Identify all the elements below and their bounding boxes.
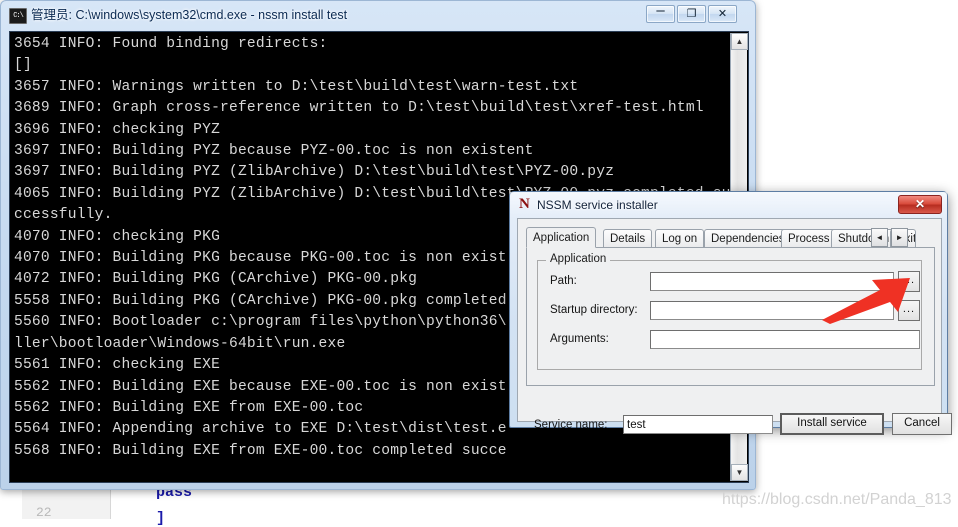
tab-scroll-left-icon[interactable]: ◄ [871,228,888,247]
startup-directory-label: Startup directory: [550,304,638,316]
dialog-titlebar[interactable]: N NSSM service installer ✕ [510,192,947,218]
console-title: 管理员: C:\windows\system32\cmd.exe - nssm … [31,8,348,22]
tab-process[interactable]: Process [781,229,837,248]
tab-details[interactable]: Details [603,229,653,248]
startup-directory-browse-button[interactable]: ... [898,300,920,321]
arguments-input[interactable] [650,330,920,349]
application-group-box: Application Path: ... Startup directory:… [537,253,922,370]
path-browse-button[interactable]: ... [898,271,920,292]
service-name-label: Service name: [534,419,608,431]
install-service-button[interactable]: Install service [780,413,884,435]
editor-line-number: 22 [36,505,52,520]
dialog-body: Application Details Log on Dependencies … [517,218,952,435]
close-button[interactable]: ✕ [708,5,737,23]
tab-log-on[interactable]: Log on [655,229,705,248]
arguments-label: Arguments: [550,333,609,345]
cancel-button[interactable]: Cancel [892,413,952,435]
close-icon: ✕ [717,8,728,20]
scroll-up-icon[interactable]: ▲ [731,33,748,50]
tab-scroll-right-icon[interactable]: ► [891,228,908,247]
nssm-logo-icon: N [519,196,530,212]
maximize-icon: ❐ [686,8,697,20]
watermark-text: https://blog.csdn.net/Panda_813 [722,491,952,508]
minimize-button[interactable]: – [646,2,675,23]
minimize-icon: – [656,2,665,19]
maximize-button[interactable]: ❐ [677,5,706,23]
tab-dependencies[interactable]: Dependencies [704,229,792,248]
service-name-input[interactable] [623,415,773,434]
scroll-down-icon[interactable]: ▼ [731,464,748,481]
nssm-service-installer-dialog[interactable]: N NSSM service installer ✕ Application D… [509,191,952,435]
tab-page-application: Application Path: ... Startup directory:… [526,247,935,386]
dialog-close-button[interactable]: ✕ [898,195,942,214]
console-titlebar[interactable]: C:\ 管理员: C:\windows\system32\cmd.exe - n… [1,1,755,29]
cmd-icon: C:\ [9,8,27,24]
tab-strip[interactable]: Application Details Log on Dependencies … [526,227,935,248]
path-input[interactable] [650,272,894,291]
dialog-title: NSSM service installer [537,198,658,212]
path-label: Path: [550,275,577,287]
application-group-label: Application [546,253,611,265]
tab-application[interactable]: Application [526,227,597,248]
startup-directory-input[interactable] [650,301,894,320]
